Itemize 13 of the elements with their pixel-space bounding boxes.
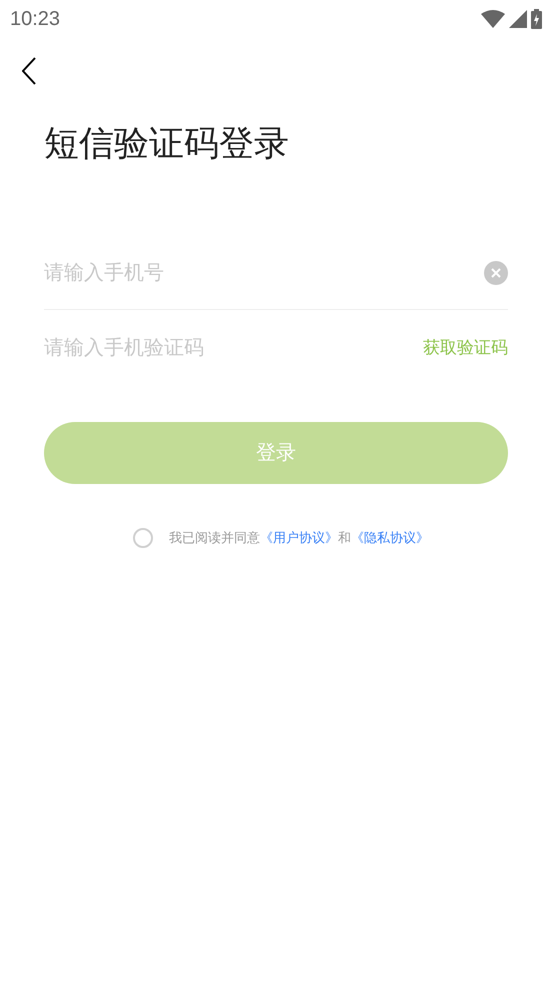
user-agreement-link[interactable]: 《用户协议》	[260, 530, 338, 546]
battery-icon	[531, 9, 542, 29]
close-icon	[491, 268, 501, 278]
privacy-agreement-link[interactable]: 《隐私协议》	[351, 530, 429, 546]
clear-button[interactable]	[484, 260, 508, 284]
agreement-checkbox[interactable]	[133, 528, 153, 548]
wifi-icon	[481, 10, 505, 28]
status-time: 10:23	[10, 7, 60, 32]
back-icon	[22, 57, 36, 85]
page-title: 短信验证码登录	[44, 123, 289, 165]
agreement-text: 我已阅读并同意《用户协议》和《隐私协议》	[169, 529, 429, 548]
get-code-link[interactable]: 获取验证码	[423, 335, 508, 361]
signal-icon	[509, 10, 527, 28]
